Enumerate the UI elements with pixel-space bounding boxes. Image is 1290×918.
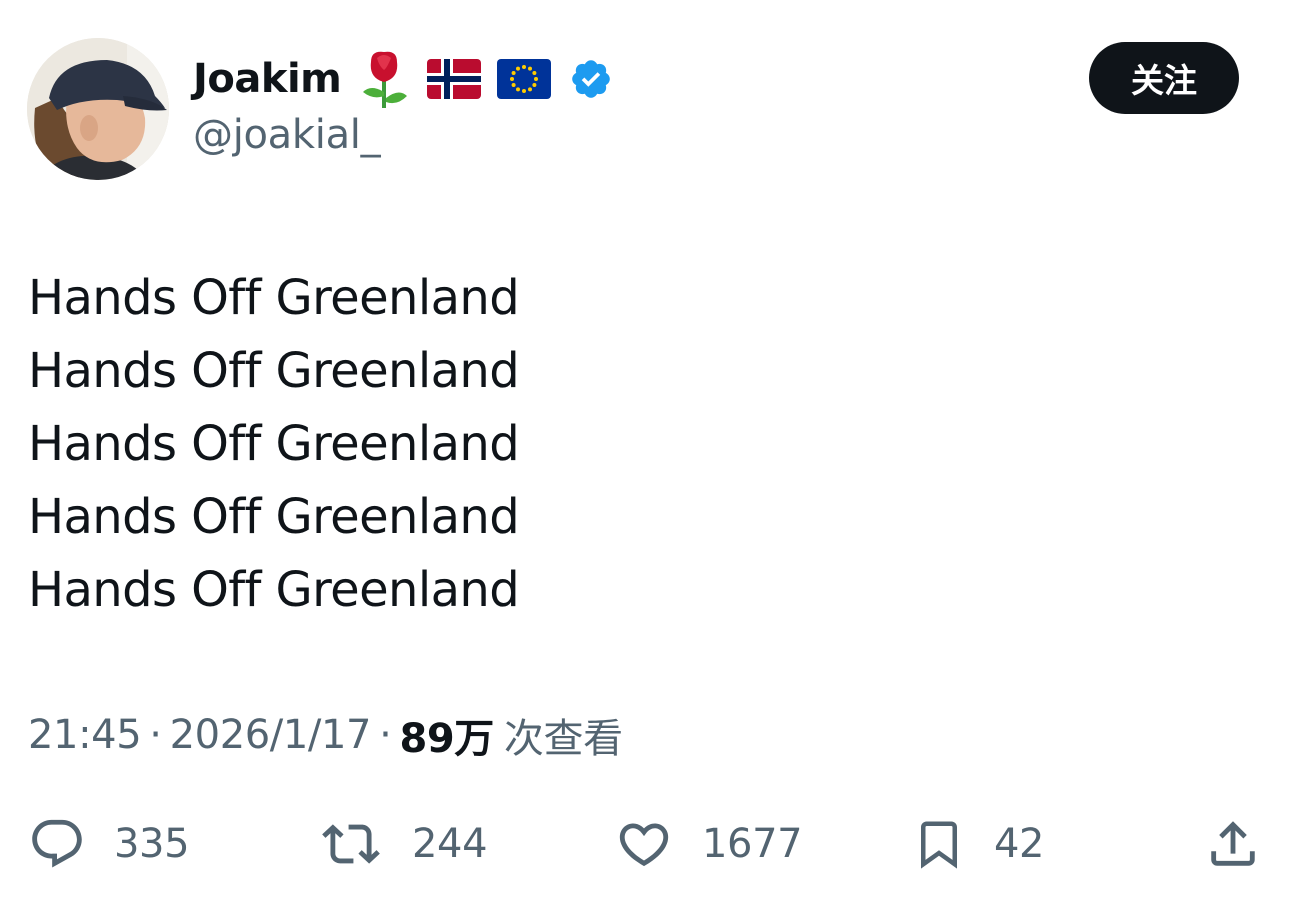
name-row: Joakim [193, 48, 613, 110]
meta-separator: · [149, 712, 162, 758]
reply-count: 335 [114, 821, 190, 867]
avatar[interactable] [27, 38, 169, 180]
norway-flag-emoji [427, 59, 482, 99]
follow-button[interactable]: 关注 [1089, 42, 1239, 114]
eu-flag-emoji [497, 59, 552, 99]
retweet-count: 244 [412, 821, 488, 867]
bookmark-button[interactable]: 42 [912, 812, 1045, 876]
heart-icon [614, 815, 674, 873]
user-handle[interactable]: @joakial_ [193, 112, 381, 158]
meta-separator: · [379, 712, 392, 758]
tweet-text-line: Hands Off Greenland [28, 343, 520, 399]
bookmark-count: 42 [994, 821, 1045, 867]
tweet-text-line: Hands Off Greenland [28, 270, 520, 326]
tweet-text-line: Hands Off Greenland [28, 489, 520, 545]
tweet-meta: 21:45 · 2026/1/17 · 89万 次查看 [28, 706, 623, 764]
share-button[interactable] [1204, 812, 1262, 876]
verified-badge-icon[interactable] [569, 57, 613, 101]
tweet-text: Hands Off Greenland Hands Off Greenland … [28, 262, 520, 627]
retweet-button[interactable]: 244 [318, 812, 488, 876]
like-count: 1677 [702, 821, 803, 867]
share-icon [1204, 815, 1262, 873]
like-button[interactable]: 1677 [614, 812, 803, 876]
tweet-text-line: Hands Off Greenland [28, 416, 520, 472]
tweet-time[interactable]: 21:45 [28, 712, 142, 758]
reply-icon [28, 815, 86, 873]
tweet-text-line: Hands Off Greenland [28, 562, 520, 618]
reply-button[interactable]: 335 [28, 812, 190, 876]
rose-emoji [357, 48, 411, 110]
display-name[interactable]: Joakim [193, 56, 342, 102]
views-label: 次查看 [503, 716, 623, 762]
tweet-date[interactable]: 2026/1/17 [170, 712, 372, 758]
avatar-photo [27, 38, 169, 180]
views-count: 89万 [399, 716, 494, 762]
bookmark-icon [912, 813, 966, 875]
retweet-icon [318, 815, 384, 873]
